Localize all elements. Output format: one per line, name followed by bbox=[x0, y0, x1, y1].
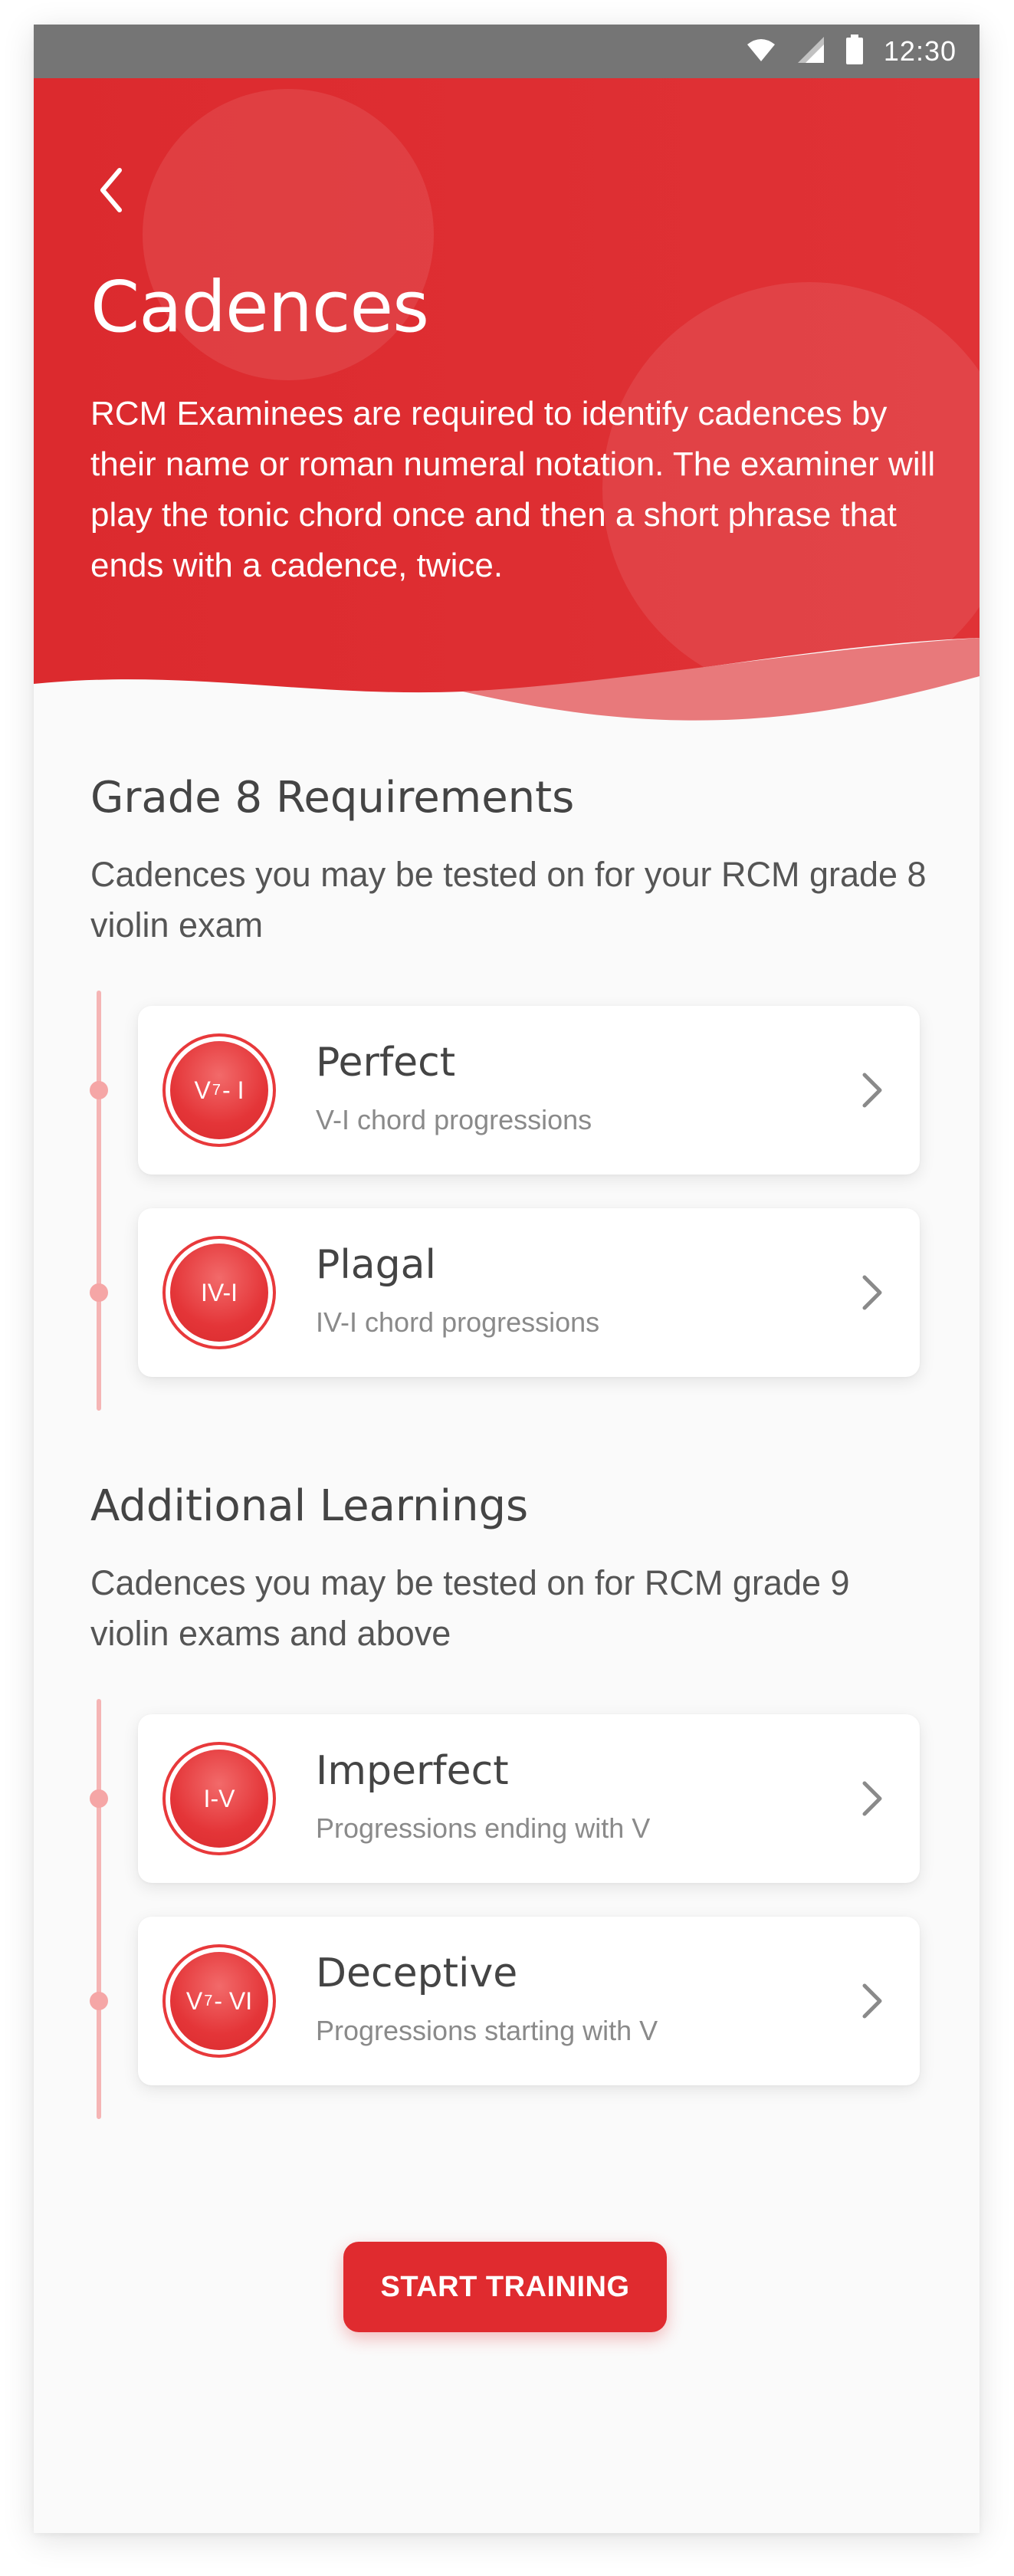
badge-superscript: 7 bbox=[212, 1081, 222, 1099]
page-title: Cadences bbox=[90, 266, 429, 348]
timeline-dot bbox=[90, 1789, 108, 1808]
card-title: Deceptive bbox=[316, 1950, 518, 1996]
card-title: Perfect bbox=[316, 1040, 456, 1086]
cadence-badge: V7- VI bbox=[162, 1944, 276, 2058]
back-button[interactable] bbox=[87, 161, 133, 222]
timeline-line bbox=[97, 991, 101, 1411]
timeline-dot bbox=[90, 1283, 108, 1302]
cadence-card-imperfect[interactable]: I-V Imperfect Progressions ending with V bbox=[138, 1714, 920, 1883]
cadence-card-plagal[interactable]: IV-I Plagal IV-I chord progressions bbox=[138, 1208, 920, 1377]
timeline-dot bbox=[90, 1081, 108, 1099]
header-banner: Cadences RCM Examinees are required to i… bbox=[34, 78, 980, 738]
section-description-additional: Cadences you may be tested on for RCM gr… bbox=[90, 1563, 850, 1653]
badge-label: I-V bbox=[203, 1784, 235, 1812]
badge-label: IV-I bbox=[200, 1278, 238, 1306]
cadence-badge: I-V bbox=[162, 1742, 276, 1855]
section-title-grade-8: Grade 8 Requirements bbox=[90, 773, 575, 823]
chevron-right-icon bbox=[857, 1270, 888, 1316]
badge-label-rest: - VI bbox=[214, 1986, 253, 2015]
timeline-line bbox=[97, 1699, 101, 2119]
cadence-card-deceptive[interactable]: V7- VI Deceptive Progressions starting w… bbox=[138, 1917, 920, 2085]
section-title-additional: Additional Learnings bbox=[90, 1481, 529, 1531]
cadence-badge: IV-I bbox=[162, 1236, 276, 1349]
phone-screen: 12:30 Cadences RCM Examinees are require… bbox=[34, 25, 980, 2533]
badge-label: V bbox=[194, 1076, 211, 1104]
cadence-card-perfect[interactable]: V7- I Perfect V-I chord progressions bbox=[138, 1006, 920, 1175]
status-time: 12:30 bbox=[883, 35, 957, 67]
chevron-right-icon bbox=[857, 1067, 888, 1113]
card-subtitle: Progressions starting with V bbox=[316, 2015, 658, 2046]
card-subtitle: V-I chord progressions bbox=[316, 1104, 592, 1135]
badge-label-rest: - I bbox=[222, 1076, 244, 1104]
battery-icon bbox=[845, 34, 864, 68]
timeline-dot bbox=[90, 1992, 108, 2010]
chevron-right-icon bbox=[857, 1776, 888, 1822]
start-training-button[interactable]: START TRAINING bbox=[343, 2242, 667, 2332]
wifi-icon bbox=[746, 37, 776, 66]
status-bar: 12:30 bbox=[34, 25, 980, 78]
page-description: RCM Examinees are required to identify c… bbox=[90, 395, 936, 584]
card-subtitle: Progressions ending with V bbox=[316, 1812, 651, 1844]
card-title: Imperfect bbox=[316, 1748, 509, 1794]
section-description-grade-8: Cadences you may be tested on for your R… bbox=[90, 855, 927, 945]
card-subtitle: IV-I chord progressions bbox=[316, 1306, 600, 1338]
badge-label: V bbox=[185, 1986, 203, 2015]
badge-superscript: 7 bbox=[204, 1992, 213, 2009]
card-title: Plagal bbox=[316, 1242, 436, 1288]
cadence-badge: V7- I bbox=[162, 1033, 276, 1147]
chevron-right-icon bbox=[857, 1978, 888, 2024]
cell-signal-icon bbox=[796, 35, 825, 67]
chevron-left-icon bbox=[95, 166, 126, 218]
